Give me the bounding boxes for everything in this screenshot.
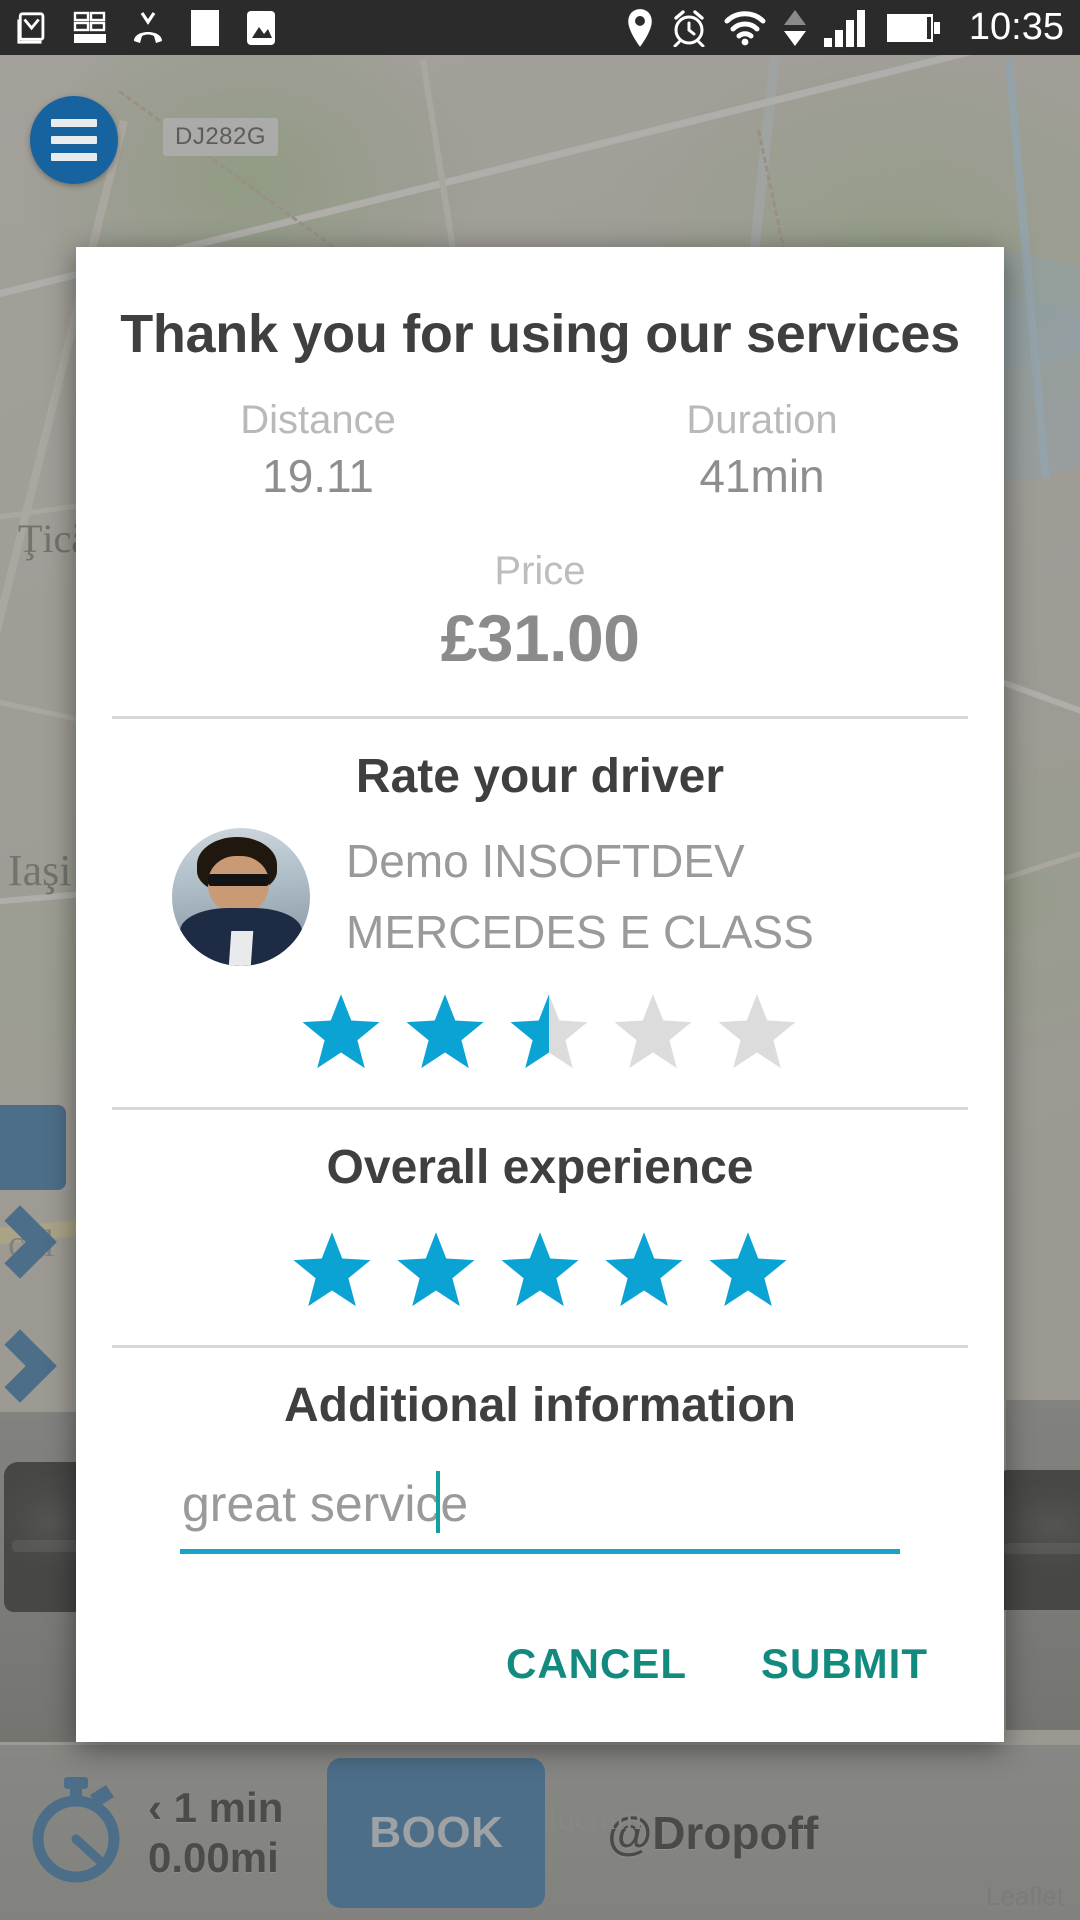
cancel-button[interactable]: CANCEL — [506, 1640, 687, 1688]
dialog-actions: CANCEL SUBMIT — [76, 1554, 1004, 1728]
star-icon[interactable] — [506, 991, 592, 1073]
menu-button[interactable] — [30, 96, 118, 184]
star-icon[interactable] — [610, 991, 696, 1073]
star-icon[interactable] — [402, 991, 488, 1073]
blank-notification-icon — [188, 8, 222, 48]
overall-rating-stars[interactable] — [76, 1207, 1004, 1315]
data-transfer-icon — [782, 8, 808, 48]
gmail-icon — [16, 11, 50, 45]
star-icon[interactable] — [289, 1229, 375, 1311]
star-icon[interactable] — [601, 1229, 687, 1311]
text-cursor — [436, 1470, 440, 1533]
duration-label: Duration — [686, 398, 838, 442]
dialog-title: Thank you for using our services — [120, 304, 960, 364]
additional-information-field-wrap — [180, 1468, 900, 1554]
hamburger-icon-bar — [51, 119, 97, 127]
driver-name: Demo INSOFTDEV — [346, 835, 745, 888]
duration-value: 41min — [699, 450, 825, 502]
metric-distance: Distance 19.11 — [96, 395, 540, 507]
distance-value: 19.11 — [262, 450, 374, 502]
driver-row: Demo INSOFTDEV MERCEDES E CLASS — [76, 816, 1004, 969]
additional-information-heading: Additional information — [284, 1378, 796, 1432]
price-block: Price £31.00 — [76, 513, 1004, 686]
star-icon[interactable] — [298, 991, 384, 1073]
price-label: Price — [494, 549, 586, 594]
wifi-icon — [723, 10, 767, 46]
driver-rating-stars[interactable] — [76, 969, 1004, 1077]
rating-dialog: Thank you for using our services Distanc… — [76, 247, 1004, 1742]
submit-button[interactable]: SUBMIT — [761, 1640, 928, 1688]
star-icon[interactable] — [497, 1229, 583, 1311]
hamburger-icon-bar — [51, 153, 97, 161]
missed-call-icon — [130, 11, 166, 45]
hamburger-icon-bar — [51, 136, 97, 144]
star-icon[interactable] — [714, 991, 800, 1073]
status-bar-clock: 10:35 — [968, 6, 1064, 48]
battery-icon — [886, 11, 942, 45]
status-bar: 10:35 — [0, 0, 1080, 55]
alarm-clock-icon — [670, 9, 708, 47]
cellular-signal-icon — [823, 8, 871, 48]
trip-metrics: Distance 19.11 Duration 41min — [76, 395, 1004, 513]
avatar — [172, 828, 310, 967]
overall-experience-heading: Overall experience — [326, 1140, 754, 1194]
sc-driver-app-icon — [72, 11, 108, 45]
app-screen: Ţicău Iaşi col lucium DJ282G ‹ 1 min — [0, 0, 1080, 1920]
additional-information-input[interactable] — [180, 1468, 900, 1541]
star-icon[interactable] — [393, 1229, 479, 1311]
price-value: £31.00 — [440, 601, 640, 676]
location-pin-icon — [625, 8, 655, 48]
screenshot-image-icon — [244, 8, 278, 48]
driver-vehicle: MERCEDES E CLASS — [346, 906, 814, 959]
star-icon[interactable] — [705, 1229, 791, 1311]
metric-duration: Duration 41min — [540, 395, 984, 507]
rate-driver-heading: Rate your driver — [355, 750, 725, 804]
distance-label: Distance — [240, 398, 396, 442]
